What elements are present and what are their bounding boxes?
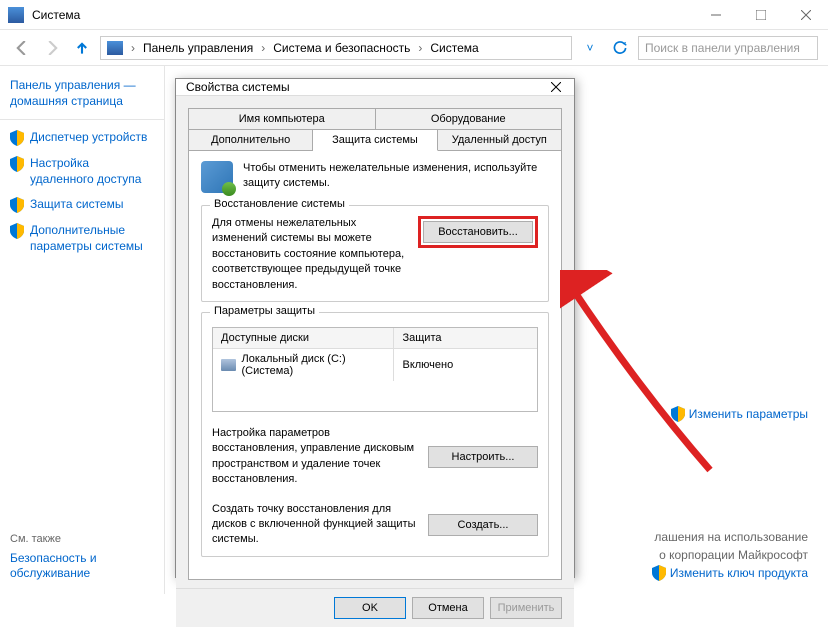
toolbar: › Панель управления › Система и безопасн… bbox=[0, 30, 828, 66]
breadcrumb-item[interactable]: Панель управления bbox=[143, 41, 253, 55]
restore-button-highlight: Восстановить... bbox=[418, 216, 538, 248]
ok-button[interactable]: OK bbox=[334, 597, 406, 619]
disk-icon bbox=[221, 359, 236, 371]
shield-icon bbox=[10, 223, 24, 239]
configure-description: Настройка параметров восстановления, упр… bbox=[212, 426, 418, 488]
shield-icon bbox=[10, 130, 24, 146]
maximize-button[interactable] bbox=[738, 0, 783, 30]
disk-table: Доступные диски Защита Локальный диск (C… bbox=[212, 327, 538, 412]
window-title: Система bbox=[32, 8, 693, 22]
breadcrumb-item[interactable]: Система и безопасность bbox=[273, 41, 410, 55]
protection-params-group: Параметры защиты Доступные диски Защита … bbox=[201, 312, 549, 557]
search-input[interactable]: Поиск в панели управления bbox=[638, 36, 818, 60]
up-button[interactable] bbox=[70, 36, 94, 60]
change-product-key-link[interactable]: Изменить ключ продукта bbox=[652, 564, 808, 582]
close-button[interactable] bbox=[783, 0, 828, 30]
dropdown-icon[interactable]: ˅ bbox=[578, 36, 602, 60]
sidebar-device-manager[interactable]: Диспетчер устройств bbox=[10, 130, 154, 146]
change-settings-link[interactable]: Изменить параметры bbox=[671, 406, 808, 422]
control-panel-icon bbox=[107, 41, 123, 55]
back-button[interactable] bbox=[10, 36, 34, 60]
configure-button[interactable]: Настроить... bbox=[428, 446, 538, 468]
shield-icon bbox=[652, 565, 666, 581]
tab-advanced[interactable]: Дополнительно bbox=[188, 129, 313, 151]
refresh-button[interactable] bbox=[608, 36, 632, 60]
shield-icon bbox=[671, 406, 685, 422]
cancel-button[interactable]: Отмена bbox=[412, 597, 484, 619]
forward-button[interactable] bbox=[40, 36, 64, 60]
apply-button[interactable]: Применить bbox=[490, 597, 562, 619]
protection-icon bbox=[201, 161, 233, 193]
minimize-button[interactable] bbox=[693, 0, 738, 30]
tab-system-protection[interactable]: Защита системы bbox=[313, 129, 437, 151]
dialog-close-button[interactable] bbox=[548, 79, 564, 95]
restore-group: Восстановление системы Для отмены нежела… bbox=[201, 205, 549, 302]
license-text: лашения на использование bbox=[652, 528, 808, 546]
titlebar: Система bbox=[0, 0, 828, 30]
restore-description: Для отмены нежелательных изменений систе… bbox=[212, 216, 406, 293]
system-icon bbox=[8, 7, 24, 23]
breadcrumb-item[interactable]: Система bbox=[430, 41, 478, 55]
create-button[interactable]: Создать... bbox=[428, 514, 538, 536]
see-also-label: См. также bbox=[10, 533, 154, 545]
dialog-title: Свойства системы bbox=[186, 80, 548, 94]
dialog-titlebar[interactable]: Свойства системы bbox=[176, 79, 574, 96]
create-description: Создать точку восстановления для дисков … bbox=[212, 502, 418, 548]
table-row[interactable]: Локальный диск (C:) (Система) Включено bbox=[213, 349, 537, 381]
protection-hint: Чтобы отменить нежелательные изменения, … bbox=[243, 161, 549, 192]
sidebar-system-protection[interactable]: Защита системы bbox=[10, 197, 154, 213]
sidebar: Панель управления — домашняя страница Ди… bbox=[0, 66, 165, 594]
tab-computer-name[interactable]: Имя компьютера bbox=[188, 108, 376, 130]
system-properties-dialog: Свойства системы Имя компьютера Оборудов… bbox=[175, 78, 575, 578]
tab-hardware[interactable]: Оборудование bbox=[376, 108, 563, 130]
restore-button[interactable]: Восстановить... bbox=[423, 221, 533, 243]
shield-icon bbox=[10, 197, 24, 213]
address-bar[interactable]: › Панель управления › Система и безопасн… bbox=[100, 36, 572, 60]
shield-icon bbox=[10, 156, 24, 172]
sidebar-home-link[interactable]: Панель управления — домашняя страница bbox=[10, 78, 154, 109]
sidebar-remote-access[interactable]: Настройка удаленного доступа bbox=[10, 156, 154, 187]
sidebar-security-maintenance[interactable]: Безопасность и обслуживание bbox=[10, 551, 154, 582]
col-protection: Защита bbox=[394, 328, 537, 348]
col-disks: Доступные диски bbox=[213, 328, 394, 348]
tab-remote[interactable]: Удаленный доступ bbox=[438, 129, 562, 151]
sidebar-advanced-settings[interactable]: Дополнительные параметры системы bbox=[10, 223, 154, 254]
search-placeholder: Поиск в панели управления bbox=[645, 41, 800, 55]
license-owner: о корпорации Майкрософт bbox=[652, 546, 808, 564]
